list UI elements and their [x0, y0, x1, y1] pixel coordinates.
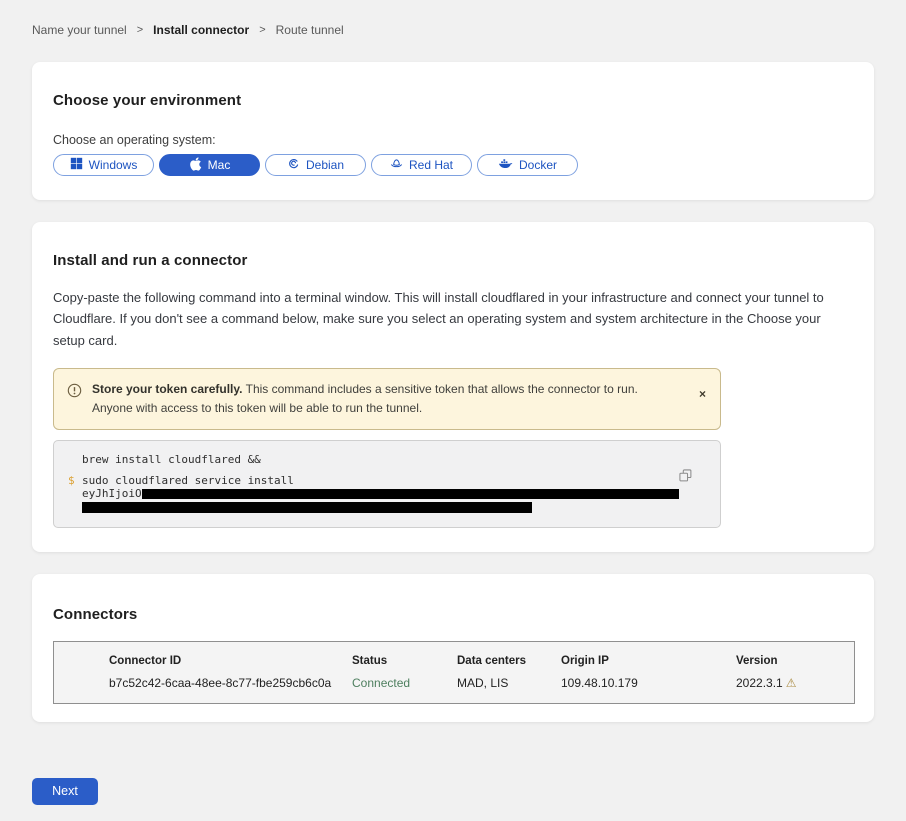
- breadcrumb-install-connector[interactable]: Install connector: [153, 23, 249, 37]
- data-centers-value: MAD, LIS: [457, 676, 561, 690]
- install-command-codeblock: brew install cloudflared && $ sudo cloud…: [53, 440, 721, 528]
- version-warning-icon: ⚠: [786, 676, 797, 690]
- redhat-icon: [390, 157, 403, 173]
- connectors-table: Connector ID Status Data centers Origin …: [53, 641, 855, 704]
- os-button-redhat[interactable]: Red Hat: [371, 154, 472, 176]
- choose-environment-title: Choose your environment: [53, 92, 853, 109]
- token-warning-text: Store your token carefully. This command…: [82, 380, 699, 417]
- os-button-label: Docker: [519, 158, 557, 172]
- alert-circle-icon: [67, 383, 82, 403]
- breadcrumb-separator: >: [137, 24, 143, 36]
- os-button-debian[interactable]: Debian: [265, 154, 366, 176]
- os-button-label: Red Hat: [409, 158, 453, 172]
- col-header-origin-ip: Origin IP: [561, 655, 736, 667]
- col-header-connector-id: Connector ID: [109, 655, 352, 667]
- install-connector-title: Install and run a connector: [53, 252, 853, 269]
- close-icon[interactable]: ×: [699, 388, 706, 400]
- next-button[interactable]: Next: [32, 778, 98, 805]
- version-value: 2022.3.1⚠: [736, 676, 854, 690]
- col-header-version: Version: [736, 655, 854, 667]
- os-button-group: Windows Mac Debian: [53, 154, 853, 176]
- os-button-label: Mac: [208, 158, 231, 172]
- install-description: Copy-paste the following command into a …: [53, 287, 853, 351]
- copy-icon[interactable]: [677, 467, 694, 487]
- breadcrumb-separator: >: [259, 24, 265, 36]
- os-button-windows[interactable]: Windows: [53, 154, 154, 176]
- windows-icon: [70, 157, 83, 173]
- os-select-label: Choose an operating system:: [53, 133, 853, 147]
- breadcrumb-name-your-tunnel[interactable]: Name your tunnel: [32, 23, 127, 37]
- token-warning-callout: Store your token carefully. This command…: [53, 368, 721, 429]
- token-prefix: eyJhIjoiO: [82, 487, 142, 500]
- redacted-token-bar: [82, 502, 532, 513]
- connector-id-value: b7c52c42-6caa-48ee-8c77-fbe259cb6c0a: [109, 676, 352, 690]
- code-line-sudo: sudo cloudflared service install: [82, 474, 294, 487]
- code-line-brew: brew install cloudflared &&: [68, 453, 680, 466]
- apple-icon: [189, 157, 202, 174]
- choose-environment-card: Choose your environment Choose an operat…: [32, 62, 874, 200]
- os-button-mac[interactable]: Mac: [159, 154, 260, 176]
- table-row: b7c52c42-6caa-48ee-8c77-fbe259cb6c0a Con…: [109, 676, 854, 690]
- docker-icon: [498, 158, 513, 173]
- col-header-status: Status: [352, 655, 457, 667]
- debian-icon: [287, 157, 300, 173]
- status-badge: Connected: [352, 676, 457, 690]
- code-command-body: sudo cloudflared service install eyJhIjo…: [82, 474, 680, 513]
- connectors-table-header: Connector ID Status Data centers Origin …: [109, 655, 854, 667]
- col-header-data-centers: Data centers: [457, 655, 561, 667]
- terminal-prompt: $: [68, 474, 82, 513]
- os-button-label: Windows: [89, 158, 138, 172]
- breadcrumb: Name your tunnel > Install connector > R…: [32, 23, 874, 37]
- install-connector-card: Install and run a connector Copy-paste t…: [32, 222, 874, 552]
- os-button-label: Debian: [306, 158, 344, 172]
- connectors-card: Connectors Connector ID Status Data cent…: [32, 574, 874, 722]
- os-button-docker[interactable]: Docker: [477, 154, 578, 176]
- origin-ip-value: 109.48.10.179: [561, 676, 736, 690]
- token-warning-bold: Store your token carefully.: [92, 382, 243, 396]
- breadcrumb-route-tunnel[interactable]: Route tunnel: [276, 23, 344, 37]
- connectors-title: Connectors: [53, 606, 854, 623]
- tunnel-setup-page: Name your tunnel > Install connector > R…: [0, 0, 906, 821]
- redacted-token-bar: [142, 489, 679, 499]
